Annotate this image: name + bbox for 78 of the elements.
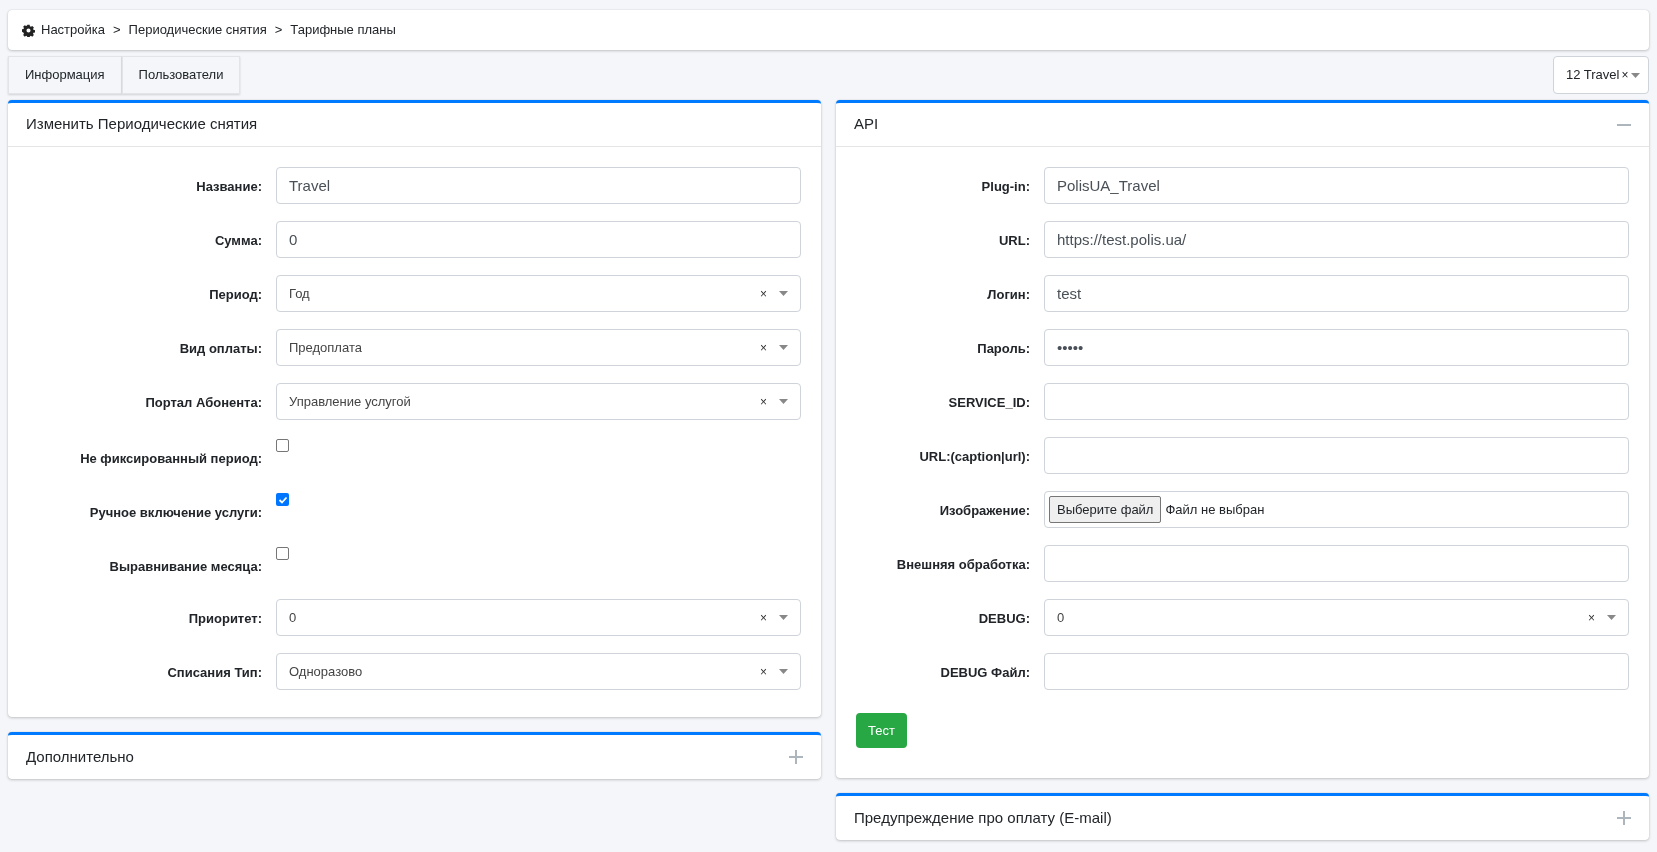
input-field[interactable] (1044, 437, 1629, 474)
expand-icon[interactable] (1617, 811, 1631, 825)
field-label: DEBUG: (977, 610, 1030, 628)
input-field[interactable]: 0 (276, 221, 801, 258)
select-field[interactable]: Одноразово × (276, 653, 801, 690)
select-field[interactable]: Год × (276, 275, 801, 312)
caret-icon (779, 345, 788, 350)
input-field[interactable]: Travel (276, 167, 801, 204)
card-title: Предупреждение про оплату (E-mail) (854, 807, 1112, 828)
clear-icon[interactable]: × (1588, 608, 1595, 627)
record-selector[interactable]: 12 Travel× (1553, 56, 1649, 94)
input-field[interactable]: https://test.polis.ua/ (1044, 221, 1629, 258)
file-status: Файл не выбран (1165, 500, 1265, 519)
input-field[interactable]: PolisUA_Travel (1044, 167, 1629, 204)
tab[interactable]: Пользователи (121, 56, 241, 94)
field-label: DEBUG Файл: (939, 664, 1030, 682)
select-value: Одноразово (289, 662, 363, 681)
checkbox[interactable] (276, 493, 289, 506)
file-field[interactable]: Выберите файл Файл не выбран (1044, 491, 1629, 528)
input-field[interactable] (1044, 545, 1629, 582)
select-field[interactable]: Управление услугой × (276, 383, 801, 420)
caret-icon (1630, 72, 1640, 78)
field-label: Plug-in: (980, 178, 1030, 196)
caret-icon (1607, 615, 1616, 620)
card-title: Дополнительно (26, 746, 134, 767)
field-label: Период: (208, 286, 262, 304)
select-field[interactable]: Предоплата × (276, 329, 801, 366)
checkbox[interactable] (276, 547, 289, 560)
caret-icon (779, 399, 788, 404)
clear-icon[interactable]: × (760, 608, 767, 627)
select-value: Управление услугой (289, 392, 411, 411)
field-label: Пароль: (976, 340, 1030, 358)
breadcrumb-link[interactable]: Периодические снятия (128, 20, 267, 40)
select-field[interactable]: 0 × (276, 599, 801, 636)
field-label: URL: (997, 232, 1030, 250)
expand-icon[interactable] (789, 750, 803, 764)
input-field[interactable] (1044, 383, 1629, 420)
checkbox[interactable] (276, 439, 289, 452)
field-label: Списания Тип: (166, 664, 262, 682)
card-title: API (854, 114, 879, 135)
caret-icon (779, 669, 788, 674)
field-label: Вид оплаты: (178, 340, 262, 358)
clear-icon[interactable]: × (1621, 66, 1629, 84)
field-label: Не фиксированный период: (79, 450, 262, 468)
clear-icon[interactable]: × (760, 662, 767, 681)
field-label: Сумма: (213, 232, 262, 250)
caret-icon (779, 291, 788, 296)
field-label: Приоритет: (187, 610, 262, 628)
input-field[interactable]: ••••• (1044, 329, 1629, 366)
field-label: Логин: (986, 286, 1030, 304)
tab[interactable]: Информация (8, 56, 122, 94)
field-label: Выравнивание месяца: (108, 558, 262, 576)
input-field[interactable]: test (1044, 275, 1629, 312)
clear-icon[interactable]: × (760, 284, 767, 303)
select-value: Год (289, 284, 310, 303)
select-value: Предоплата (289, 338, 362, 357)
breadcrumb-link[interactable]: Тарифные планы (290, 20, 396, 40)
clear-icon[interactable]: × (760, 392, 767, 411)
field-label: Ручное включение услуги: (88, 504, 262, 522)
selector-value: 12 Travel (1566, 66, 1620, 85)
clear-icon[interactable]: × (760, 338, 767, 357)
card-title: Изменить Периодические снятия (26, 114, 258, 135)
caret-icon (779, 615, 788, 620)
gear-icon (22, 23, 35, 37)
breadcrumb-link[interactable]: Настройка (41, 20, 105, 40)
input-field[interactable] (1044, 653, 1629, 690)
breadcrumb-separator: > (112, 21, 122, 40)
field-label: Портал Абонента: (144, 394, 262, 412)
select-value: 0 (289, 608, 297, 627)
field-label: Название: (195, 178, 262, 196)
field-label: Внешняя обработка: (895, 556, 1030, 574)
choose-file-button[interactable]: Выберите файл (1049, 496, 1162, 523)
field-label: SERVICE_ID: (947, 394, 1030, 412)
select-value: 0 (1057, 608, 1065, 627)
field-label: URL:(caption|url): (918, 448, 1030, 466)
field-label: Изображение: (938, 502, 1030, 520)
breadcrumb-separator: > (273, 21, 284, 40)
select-field[interactable]: 0 × (1044, 599, 1629, 636)
